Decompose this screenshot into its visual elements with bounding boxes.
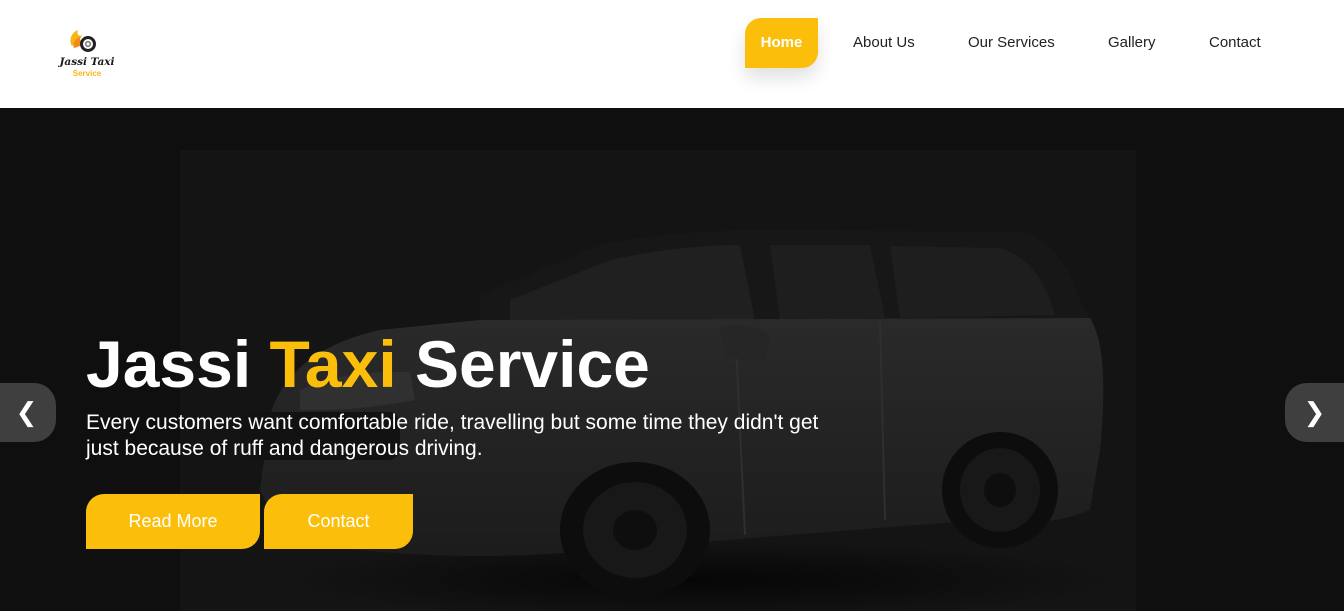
nav-item-home[interactable]: Home bbox=[745, 18, 818, 68]
hero-title-part2: Service bbox=[396, 327, 650, 401]
contact-button[interactable]: Contact bbox=[264, 494, 413, 549]
slider-prev-button[interactable]: ❮ bbox=[0, 383, 56, 442]
nav-item-gallery[interactable]: Gallery bbox=[1108, 18, 1156, 68]
nav-item-contact[interactable]: Contact bbox=[1209, 18, 1261, 68]
hero-slider: Jassi Taxi Service Every customers want … bbox=[0, 108, 1344, 611]
nav-item-about-us[interactable]: About Us bbox=[853, 18, 915, 68]
nav-item-our-services[interactable]: Our Services bbox=[968, 18, 1055, 68]
hero-title: Jassi Taxi Service bbox=[86, 326, 650, 402]
hero-title-part1: Jassi bbox=[86, 327, 270, 401]
chevron-right-icon: ❯ bbox=[1303, 397, 1326, 427]
hero-title-accent: Taxi bbox=[269, 327, 397, 401]
main-nav: Home About Us Our Services Gallery Conta… bbox=[0, 0, 1344, 108]
read-more-button[interactable]: Read More bbox=[86, 494, 260, 549]
site-header: Jassi Taxi Service Home About Us Our Ser… bbox=[0, 0, 1344, 108]
hero-description: Every customers want comfortable ride, t… bbox=[86, 411, 819, 460]
slider-next-button[interactable]: ❯ bbox=[1285, 383, 1344, 442]
chevron-left-icon: ❮ bbox=[15, 397, 38, 427]
